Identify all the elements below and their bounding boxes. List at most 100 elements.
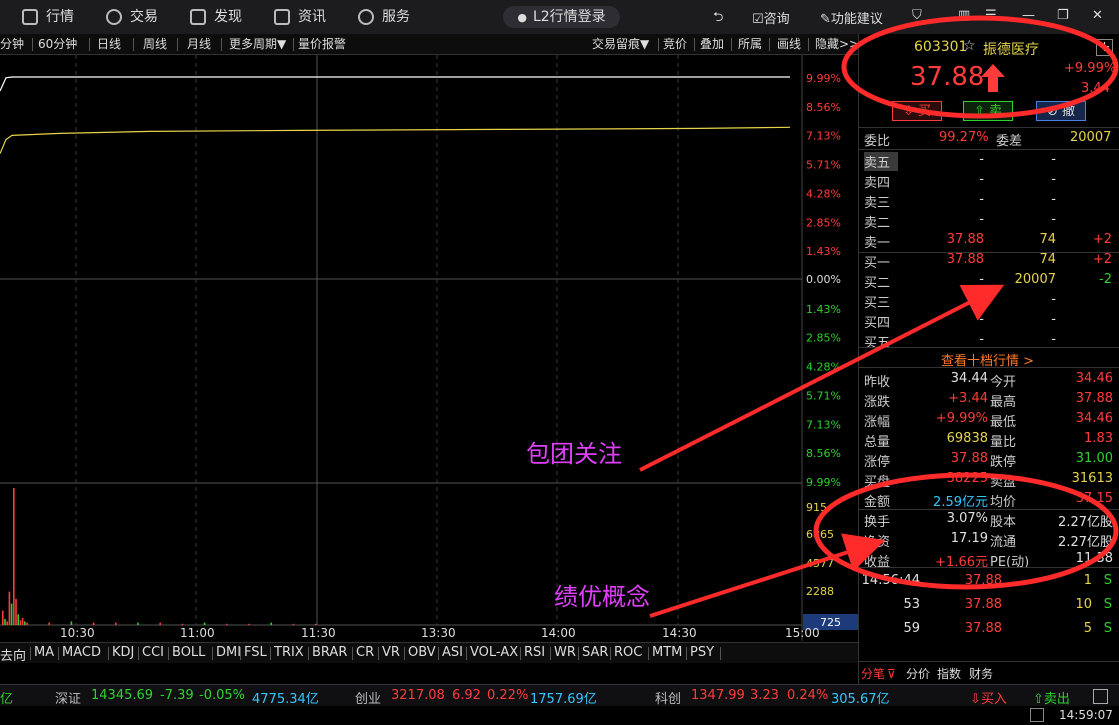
belong-toggle[interactable]: 所属 xyxy=(738,35,762,52)
period-minute[interactable]: 分钟 xyxy=(0,35,24,52)
menu-icon[interactable]: ☰ xyxy=(985,8,997,23)
indicator-boll[interactable]: BOLL xyxy=(172,645,205,660)
stats-row: 买盘 38225 卖盘 31613 xyxy=(864,471,1113,490)
indicator-vr[interactable]: VR xyxy=(382,645,400,660)
period-60min[interactable]: 60分钟 xyxy=(38,35,77,52)
order-book-row[interactable]: 买一 37.88 74 +2 xyxy=(859,250,1119,271)
feature-button[interactable]: ✎功能建议 xyxy=(820,8,883,27)
menu-market[interactable]: 行情 xyxy=(22,7,74,27)
add-icon[interactable]: + xyxy=(1096,39,1113,56)
volume-bar xyxy=(4,619,6,625)
intraday-chart[interactable]: 9.99% 8.56% 7.13% 5.71% 4.28% 2.85% 1.43% 0.00%… xyxy=(0,55,858,641)
indicator-去向[interactable]: 去向 xyxy=(0,645,26,664)
clock: 14:59:07 xyxy=(1059,708,1113,722)
order-book-row[interactable]: 卖五 - - xyxy=(859,150,1119,171)
volume-bar xyxy=(203,622,206,625)
period-week[interactable]: 周线 xyxy=(143,35,167,52)
indicator-psy[interactable]: PSY xyxy=(690,645,714,660)
stock-code: 603301 xyxy=(914,39,968,55)
indicator-dmi[interactable]: DMI xyxy=(216,645,241,660)
shirt-icon[interactable]: ⛉ xyxy=(912,8,922,23)
indicator-bar: 去向 MA MACD KDJ CCI BOLL DMI FSL TRIX BRAR CR VR OBV A… xyxy=(0,642,858,664)
close-icon[interactable]: ✕ xyxy=(1092,8,1103,23)
layout-icon[interactable]: ▥ xyxy=(958,8,970,23)
indicator-obv[interactable]: OBV xyxy=(408,645,436,660)
menu-discover[interactable]: 发现 xyxy=(190,7,242,27)
volume-bar xyxy=(292,623,295,625)
period-day[interactable]: 日线 xyxy=(97,35,121,52)
indicator-mtm[interactable]: MTM xyxy=(652,645,682,660)
menu-news[interactable]: 资讯 xyxy=(274,7,326,27)
indicator-cr[interactable]: CR xyxy=(356,645,374,660)
hide-toggle[interactable]: 隐藏>> xyxy=(815,35,859,52)
clock-bar: 14:59:07 xyxy=(0,706,1119,725)
kc-label[interactable]: 科创 xyxy=(655,688,681,707)
cancel-order-button[interactable]: ⊘ 撤 xyxy=(1036,101,1086,121)
order-book-row[interactable]: 买三 - - xyxy=(859,290,1119,311)
volume-bar xyxy=(13,488,15,625)
expand-icon[interactable] xyxy=(1093,689,1108,704)
panel-tab[interactable]: 指数 xyxy=(937,665,961,682)
indicator-brar[interactable]: BRAR xyxy=(312,645,347,660)
quick-buy-button[interactable]: ⇩买入 xyxy=(970,688,1007,707)
indicator-rsi[interactable]: RSI xyxy=(524,645,545,660)
indicator-trix[interactable]: TRIX xyxy=(274,645,304,660)
indicator-kdj[interactable]: KDJ xyxy=(112,645,134,660)
menu-service[interactable]: 服务 xyxy=(358,7,410,27)
consult-button[interactable]: ☑咨询 xyxy=(752,8,790,27)
sz-label[interactable]: 深证 xyxy=(55,688,81,707)
y-label-down: 7.13% xyxy=(806,418,841,431)
l2-login-button[interactable]: ● L2行情登录 xyxy=(503,6,620,28)
overlay-toggle[interactable]: 叠加 xyxy=(700,35,724,52)
minimize-icon[interactable]: — xyxy=(1022,8,1035,23)
indicator-roc[interactable]: ROC xyxy=(614,645,642,660)
indicator-vol-ax[interactable]: VOL-AX xyxy=(470,645,518,660)
order-book-row[interactable]: 买二 -20007 -2 xyxy=(859,270,1119,291)
order-book-row[interactable]: 卖三 - - xyxy=(859,190,1119,211)
window-icon[interactable] xyxy=(1030,708,1044,722)
indicator-ma[interactable]: MA xyxy=(34,645,54,660)
volume-bar xyxy=(48,622,50,625)
trade-trace[interactable]: 交易留痕▼ xyxy=(592,35,649,52)
tick-row: 14:56:44 37.88 1 S xyxy=(861,573,1112,588)
cy-label[interactable]: 创业 xyxy=(355,688,381,707)
star-icon[interactable]: ☆ xyxy=(963,38,976,54)
price-alert[interactable]: 量价报警 xyxy=(298,35,346,52)
order-book-row[interactable]: 卖一 37.88 74 +2 xyxy=(859,230,1119,251)
chart-icon xyxy=(22,9,38,25)
restore-icon[interactable]: ❐ xyxy=(1057,8,1069,23)
sell-icon: ⇧ xyxy=(973,104,989,119)
volume-bar xyxy=(8,591,11,625)
indicator-asi[interactable]: ASI xyxy=(442,645,463,660)
order-book-row[interactable]: 卖二 - - xyxy=(859,210,1119,231)
volume-bar xyxy=(26,622,28,625)
x-tick-label: 10:30 xyxy=(60,626,95,640)
volume-bar xyxy=(19,620,22,625)
period-more[interactable]: 更多周期▼ xyxy=(229,35,286,52)
y-label-down: 1.43% xyxy=(806,303,841,316)
indicator-cci[interactable]: CCI xyxy=(142,645,164,660)
volume-bar xyxy=(10,603,13,625)
period-month[interactable]: 月线 xyxy=(187,35,211,52)
y-label-down: 5.71% xyxy=(806,389,841,402)
draw-toggle[interactable]: 画线 xyxy=(777,35,801,52)
tick-row: 59 37.88 5 S xyxy=(903,621,1112,636)
back-icon[interactable]: ⮌ xyxy=(713,8,723,30)
order-book-row[interactable]: 卖四 - - xyxy=(859,170,1119,191)
x-tick-label: 13:30 xyxy=(421,626,456,640)
buy-button[interactable]: ⇩ 买 xyxy=(892,101,942,121)
sell-button[interactable]: ⇧ 卖 xyxy=(963,101,1013,121)
panel-tab[interactable]: 财务 xyxy=(969,665,993,682)
avg-price-line xyxy=(0,126,791,154)
menu-trade[interactable]: 交易 xyxy=(106,7,158,27)
panel-tab[interactable]: 分笔 ⊽ xyxy=(861,665,896,682)
annotation-concept: 绩优概念 xyxy=(554,583,650,611)
quick-sell-button[interactable]: ⇧卖出 xyxy=(1033,688,1070,707)
panel-tab[interactable]: 分价 xyxy=(906,665,930,682)
order-book-row[interactable]: 买四 - - xyxy=(859,310,1119,331)
indicator-wr[interactable]: WR xyxy=(554,645,576,660)
indicator-fsl[interactable]: FSL xyxy=(244,645,267,660)
indicator-macd[interactable]: MACD xyxy=(62,645,101,660)
indicator-sar[interactable]: SAR xyxy=(582,645,608,660)
auction-toggle[interactable]: 竞价 xyxy=(663,35,687,52)
